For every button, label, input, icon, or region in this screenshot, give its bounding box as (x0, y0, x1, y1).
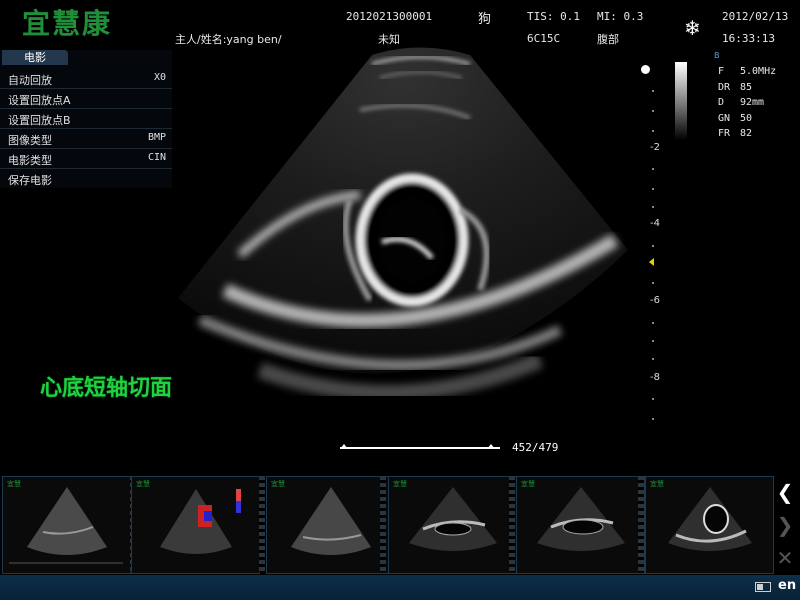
param-value: 5.0MHz (740, 66, 777, 77)
film-sprocket (380, 476, 386, 572)
depth-tick (652, 358, 654, 360)
depth-tick (652, 168, 654, 170)
thumbnail-image: 宜慧 (136, 479, 241, 554)
battery-icon (755, 582, 771, 592)
film-sprocket (509, 476, 515, 572)
thumbnail[interactable]: 宜慧 (516, 476, 645, 574)
grayscale-bar (675, 62, 687, 140)
depth-label: -8 (650, 372, 660, 383)
language-indicator[interactable]: en (778, 578, 796, 593)
svg-text:宜慧: 宜慧 (521, 479, 535, 488)
cine-progress-bar[interactable] (340, 447, 500, 449)
depth-tick (652, 340, 654, 342)
depth-tick (652, 398, 654, 400)
svg-text:宜慧: 宜慧 (393, 479, 407, 488)
thumbnail-image: 宜慧 (521, 479, 625, 551)
depth-tick (652, 206, 654, 208)
thumbnail[interactable]: 宜慧 (131, 476, 260, 574)
scale-origin-dot (641, 65, 650, 74)
imaging-parameters: B F 5.0MHz DR 85 D 92mm GN 50 FR 82 (710, 51, 800, 144)
svg-text:宜慧: 宜慧 (7, 479, 21, 488)
svg-text:宜慧: 宜慧 (650, 479, 664, 488)
depth-tick (652, 245, 654, 247)
depth-tick (652, 110, 654, 112)
svg-text:宜慧: 宜慧 (136, 479, 150, 488)
thumbnail[interactable]: 宜慧 (2, 476, 131, 574)
status-bar (0, 575, 800, 600)
depth-tick (652, 418, 654, 420)
mode-indicator: B (714, 51, 720, 60)
chevron-right-icon[interactable]: ❯ (772, 513, 798, 537)
thumbnail-image: 宜慧 (7, 479, 123, 564)
param-key: D (718, 97, 725, 108)
depth-label: -2 (650, 142, 660, 153)
film-sprocket (259, 476, 265, 572)
param-key: DR (718, 82, 731, 93)
focus-marker[interactable] (649, 258, 654, 266)
cine-position-marker[interactable] (487, 444, 496, 449)
thumbnail[interactable]: 宜慧 (388, 476, 517, 574)
depth-label: -4 (650, 218, 660, 229)
depth-tick (652, 282, 654, 284)
frame-counter: 452/479 (512, 441, 559, 454)
thumbnail-image: 宜慧 (271, 479, 371, 555)
depth-tick (652, 130, 654, 132)
image-annotation: 心底短轴切面 (40, 376, 173, 401)
svg-text:宜慧: 宜慧 (271, 479, 285, 488)
param-value: 85 (740, 82, 753, 93)
cine-start-marker[interactable] (340, 444, 348, 449)
param-value: 82 (740, 128, 753, 139)
depth-tick (652, 90, 654, 92)
depth-tick (652, 188, 654, 190)
param-value: 92mm (740, 97, 765, 108)
depth-tick (652, 322, 654, 324)
depth-label: -6 (650, 295, 660, 306)
param-value: 50 (740, 113, 753, 124)
thumbnail-selected[interactable]: 宜慧 (645, 476, 774, 574)
thumbnail-strip: 宜慧 宜慧 宜慧 宜慧 宜慧 宜慧 (0, 473, 800, 575)
param-key: FR (718, 128, 731, 139)
close-icon[interactable]: ✕ (772, 546, 798, 570)
thumbnail-image: 宜慧 (393, 479, 497, 551)
param-key: F (718, 66, 725, 77)
film-sprocket (638, 476, 644, 572)
thumbnail[interactable]: 宜慧 (266, 476, 395, 574)
thumbnail-image: 宜慧 (650, 479, 752, 551)
chevron-left-icon[interactable]: ❮ (772, 480, 798, 504)
param-key: GN (718, 113, 731, 124)
